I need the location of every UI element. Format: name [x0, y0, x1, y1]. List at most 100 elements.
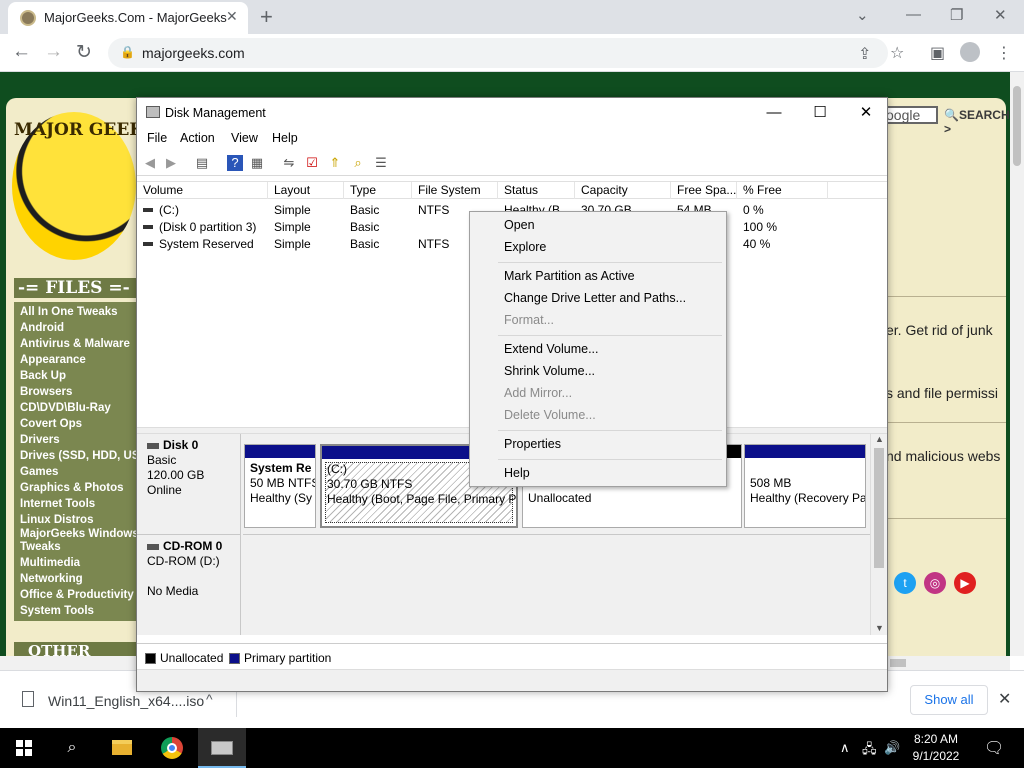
menu-help[interactable]: Help [272, 131, 298, 145]
menu-item-shrink-volume[interactable]: Shrink Volume... [504, 364, 595, 378]
category-link[interactable]: Games [14, 464, 136, 480]
back-arrow-icon[interactable]: ◀ [142, 155, 158, 171]
menu-item-help[interactable]: Help [504, 466, 530, 480]
category-link[interactable]: Drivers [14, 432, 136, 448]
scroll-thumb[interactable] [890, 659, 906, 667]
category-link[interactable]: Browsers [14, 384, 136, 400]
maximize-button[interactable]: ☐ [797, 102, 843, 124]
column-type[interactable]: Type [344, 182, 412, 199]
scroll-down-icon[interactable]: ▼ [875, 623, 884, 633]
forward-arrow-icon[interactable]: ▶ [163, 155, 179, 171]
partition-recovery[interactable]: 508 MB Healthy (Recovery Pa [744, 444, 866, 528]
category-link[interactable]: Graphics & Photos [14, 480, 136, 496]
youtube-icon[interactable]: ▶ [954, 572, 976, 594]
up-folder-icon[interactable]: ⇑ [327, 155, 343, 171]
disk-management-taskbar-icon[interactable] [198, 728, 246, 768]
search-button[interactable]: 🔍SEARCH > [944, 108, 1010, 136]
menu-view[interactable]: View [231, 131, 258, 145]
instagram-icon[interactable]: ◎ [924, 572, 946, 594]
minimize-icon[interactable]: — [906, 6, 921, 23]
window-titlebar[interactable]: Disk Management — ☐ ✕ [137, 98, 887, 128]
cdrom-0-info[interactable]: CD-ROM 0 CD-ROM (D:) No Media [137, 534, 241, 635]
article-snippet[interactable]: nd malicious webs [886, 448, 1000, 464]
menu-item-open[interactable]: Open [504, 218, 535, 232]
connect-icon[interactable]: ⇋ [281, 155, 297, 171]
category-link[interactable]: Networking [14, 571, 136, 587]
column-file-system[interactable]: File System [412, 182, 498, 199]
scroll-thumb[interactable] [1013, 86, 1021, 166]
category-link[interactable]: Linux Distros [14, 512, 136, 528]
partition-system-reserved[interactable]: System Re 50 MB NTFS Healthy (Sy [244, 444, 316, 528]
category-link[interactable]: Office & Productivity [14, 587, 136, 603]
restore-icon[interactable]: ❐ [950, 6, 963, 24]
back-icon[interactable]: ← [12, 41, 31, 63]
category-link[interactable]: Back Up [14, 368, 136, 384]
tab-close-icon[interactable]: ✕ [226, 8, 238, 25]
category-link[interactable]: Antivirus & Malware [14, 336, 136, 352]
column-percent-free[interactable]: % Free [737, 182, 828, 199]
disk-0-info[interactable]: Disk 0 Basic 120.00 GB Online [137, 434, 241, 534]
show-all-button[interactable]: Show all [910, 685, 988, 715]
new-tab-icon[interactable]: + [260, 4, 273, 30]
menu-item-delete-volume[interactable]: Delete Volume... [504, 408, 596, 422]
download-file-name[interactable]: Win11_English_x64....iso [48, 693, 204, 709]
category-link[interactable]: CD\DVD\Blu-Ray [14, 400, 136, 416]
search-folder-icon[interactable]: ⌕ [350, 155, 366, 171]
tab-search-icon[interactable]: ⌄ [856, 6, 869, 24]
twitter-icon[interactable]: t [894, 572, 916, 594]
page-vertical-scrollbar[interactable] [1010, 72, 1024, 656]
cdrom-volume-area[interactable] [243, 534, 870, 634]
check-icon[interactable]: ☑ [304, 155, 320, 171]
profile-avatar-icon[interactable] [960, 42, 980, 62]
column-capacity[interactable]: Capacity [575, 182, 671, 199]
category-link[interactable]: MajorGeeks Windows [14, 528, 136, 541]
article-snippet[interactable]: er. Get rid of junk [886, 322, 993, 338]
column-status[interactable]: Status [498, 182, 575, 199]
column-free-space[interactable]: Free Spa... [671, 182, 737, 199]
category-link[interactable]: Appearance [14, 352, 136, 368]
reload-icon[interactable]: ↻ [76, 41, 92, 64]
notification-icon[interactable]: 🗨 [984, 738, 1004, 758]
menu-item-explore[interactable]: Explore [504, 240, 546, 254]
category-link[interactable]: Drives (SSD, HDD, USB) [14, 448, 136, 464]
share-icon[interactable]: ⇪ [858, 44, 871, 64]
file-explorer-icon[interactable] [98, 728, 146, 768]
graph-vertical-scrollbar[interactable]: ▲ ▼ [870, 434, 887, 635]
menu-item-properties[interactable]: Properties [504, 437, 561, 451]
category-link[interactable]: Multimedia [14, 555, 136, 571]
close-button[interactable]: ✕ [843, 102, 889, 124]
category-link[interactable]: Covert Ops [14, 416, 136, 432]
minimize-button[interactable]: — [751, 102, 797, 124]
column-volume[interactable]: Volume [137, 182, 268, 199]
menu-action[interactable]: Action [180, 131, 215, 145]
browser-tab[interactable]: MajorGeeks.Com - MajorGeeks ✕ [8, 2, 248, 34]
column-layout[interactable]: Layout [268, 182, 344, 199]
scroll-up-icon[interactable]: ▲ [875, 434, 884, 444]
close-window-icon[interactable]: ✕ [994, 6, 1007, 24]
menu-item-extend-volume[interactable]: Extend Volume... [504, 342, 599, 356]
menu-item-add-mirror[interactable]: Add Mirror... [504, 386, 572, 400]
side-panel-icon[interactable]: ▣ [930, 43, 945, 63]
network-icon[interactable]: 🖧 [862, 740, 877, 762]
address-bar[interactable]: 🔒 majorgeeks.com ⇪ [108, 38, 888, 68]
chrome-icon[interactable] [148, 728, 196, 768]
bookmark-star-icon[interactable]: ☆ [890, 43, 904, 63]
list-icon[interactable]: ☰ [373, 155, 389, 171]
category-link[interactable]: Tweaks [14, 541, 136, 555]
article-snippet[interactable]: s and file permissi [886, 385, 998, 401]
category-link[interactable]: All In One Tweaks [14, 304, 136, 320]
browser-menu-icon[interactable]: ⋮ [996, 43, 1012, 63]
search-icon[interactable]: ⌕ [48, 728, 96, 768]
menu-item-mark-active[interactable]: Mark Partition as Active [504, 269, 635, 283]
show-hide-console-tree-icon[interactable]: ▤ [194, 155, 210, 171]
start-button[interactable] [0, 728, 48, 768]
chevron-up-icon[interactable]: ^ [206, 691, 213, 707]
help-icon[interactable]: ? [227, 155, 243, 171]
menu-file[interactable]: File [147, 131, 167, 145]
chevron-up-icon[interactable]: ∧ [840, 740, 850, 756]
category-link[interactable]: Android [14, 320, 136, 336]
menu-item-change-drive-letter[interactable]: Change Drive Letter and Paths... [504, 291, 686, 305]
menu-item-format[interactable]: Format... [504, 313, 554, 327]
lock-icon[interactable]: 🔒 [120, 45, 135, 59]
category-link[interactable]: Internet Tools [14, 496, 136, 512]
